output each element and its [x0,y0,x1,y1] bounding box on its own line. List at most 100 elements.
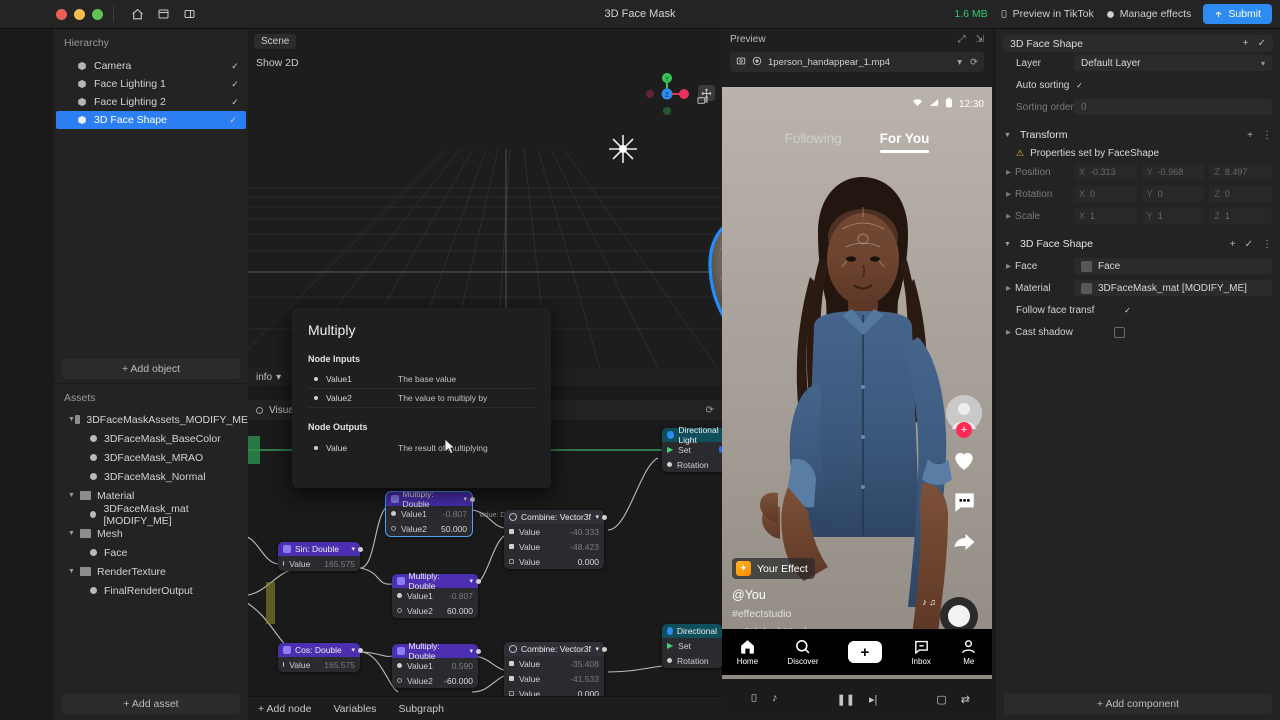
avatar[interactable]: + [946,395,982,438]
share-icon[interactable] [951,531,978,555]
asset-folder-row[interactable]: ▼ 3DFaceMaskAssets_MODIFY_ME [54,410,248,429]
submit-button[interactable]: Submit [1203,4,1272,24]
node-directional-light-1[interactable]: Directional Light ▶ Set Rotation [662,425,722,472]
tree-toggle-icon[interactable]: ▼ [68,416,75,423]
add-icon[interactable]: + [1230,239,1236,250]
node-port-row[interactable]: Value -35.408 [504,647,607,671]
sorting-order-input[interactable]: 0 [1074,99,1272,115]
visibility-checkbox[interactable]: ✓ [230,61,240,71]
asset-file-row[interactable]: 3DFaceMask_BaseColor [54,429,248,448]
input-pin[interactable] [509,676,514,681]
node-port-row[interactable]: Value2 50.000 [386,521,472,536]
add-object-button[interactable]: + Add object [62,359,240,379]
node-header[interactable]: Directional [662,624,722,638]
username-label[interactable]: @You [732,588,922,602]
node-header[interactable]: Multiply: Double ▾ [392,571,478,591]
heart-icon[interactable] [950,447,978,473]
tree-toggle-icon[interactable]: ▼ [68,568,80,575]
loop-icon[interactable]: ⇄ [961,693,970,706]
tab-for-you[interactable]: For You [880,131,930,153]
asset-file-row[interactable]: Face [54,543,248,562]
rotation-y-input[interactable]: Y0 [1141,186,1205,202]
input-pin[interactable] [509,544,514,549]
output-pin[interactable] [601,515,607,520]
asset-file-row[interactable]: 3DFaceMask_mat [MODIFY_ME] [54,503,248,527]
step-forward-icon[interactable]: ▸| [869,693,877,706]
scale-z-input[interactable]: Z1 [1209,208,1273,224]
node-port-row[interactable]: Value1 -0.807 [386,497,475,521]
chevron-down-icon[interactable]: ▼ [1004,241,1016,248]
inspector-object-name[interactable]: 3D Face Shape + ✓ [1003,35,1273,52]
rotation-z-input[interactable]: Z0 [1209,186,1273,202]
output-pin[interactable] [601,647,607,652]
info-dropdown[interactable]: info ▾ [256,372,281,383]
expand-icon[interactable]: ▸ [1006,211,1011,222]
output-pin[interactable] [475,649,481,654]
tab-following[interactable]: Following [785,131,842,153]
scale-x-input[interactable]: X1 [1074,208,1137,224]
window-traffic-lights[interactable] [56,8,103,20]
close-window-button[interactable] [56,8,67,20]
add-asset-button[interactable]: + Add asset [62,694,240,714]
expand-icon[interactable]: ⤢ [958,34,966,45]
input-pin[interactable] [397,608,402,613]
screenshot-icon[interactable]: ▢ [936,693,946,706]
hierarchy-item-face-lighting-2[interactable]: Face Lighting 2 ✓ [54,93,248,111]
expand-icon[interactable]: ▸ [1006,261,1011,272]
asset-folder-row[interactable]: ▼ RenderTexture [54,562,248,581]
face-asset-field[interactable]: Face [1074,258,1272,274]
hierarchy-item-face-lighting-1[interactable]: Face Lighting 1 ✓ [54,75,248,93]
node-multiply-1[interactable]: Multiply: Double ▾ Value1 -0.807 Value2 50.… [385,489,475,537]
node-header[interactable]: Cos: Double ▾ [278,643,360,657]
scale-y-input[interactable]: Y1 [1141,208,1205,224]
visibility-checkbox[interactable]: ✓ [230,79,240,89]
add-node-button[interactable]: + Add node [258,703,311,715]
exec-pin-icon[interactable]: ▶ [667,641,673,650]
comment-icon[interactable] [951,489,977,515]
minimize-window-button[interactable] [74,8,85,20]
node-header[interactable]: Multiply: Double ▾ [392,641,478,661]
node-port-row[interactable]: Value1 -0.807 [392,579,481,603]
pause-icon[interactable]: ❚❚ [837,693,855,706]
nav-inbox[interactable]: Inbox [911,638,931,666]
hierarchy-item-3d-face-shape[interactable]: 3D Face Shape ✓ [56,111,246,129]
output-pin[interactable] [357,547,363,552]
tree-toggle-icon[interactable]: ▼ [68,530,80,537]
maximize-window-button[interactable] [92,8,103,20]
more-icon[interactable]: ⋮ [1262,239,1272,250]
layout-icon[interactable] [150,4,176,24]
node-port-row[interactable]: ▶ Set [662,638,722,653]
camera-icon[interactable] [696,95,710,107]
node-combine-2[interactable]: Combine: Vector3f ▾ Value -35.408 Value -41… [504,642,607,701]
visibility-checkbox[interactable]: ✓ [228,115,238,125]
subgraph-button[interactable]: Subgraph [398,703,444,715]
node-port-row[interactable]: Rotation [662,457,722,472]
flip-icon[interactable]: ⇲ [976,34,984,45]
show-2d-toggle[interactable]: Show 2D [256,57,299,69]
manage-effects-button[interactable]: Manage effects [1106,8,1191,20]
nav-me[interactable]: Me [960,638,977,666]
hashtag-label[interactable]: #effectstudio [732,608,922,620]
input-pin[interactable] [391,511,396,516]
tiktok-icon[interactable]: ♪ [772,692,778,707]
auto-sorting-checkbox[interactable]: ✓ [1074,80,1085,91]
output-pin[interactable] [357,648,363,653]
transform-section-header[interactable]: ▼ Transform + ⋮ [996,124,1280,146]
phone-navbar[interactable]: Home Discover + Inbox Me [722,629,992,675]
node-combine-1[interactable]: Combine: Vector3f ▾ Value -40.333 Value -48… [504,510,607,569]
position-x-input[interactable]: X -0.313 [1074,164,1137,180]
node-port-row[interactable]: Value -41.533 [504,671,604,686]
node-port-row[interactable]: Value 165.575 [278,648,363,672]
asset-file-row[interactable]: 3DFaceMask_Normal [54,467,248,486]
chevron-down-icon[interactable]: ▾ [957,57,962,68]
phone-icon[interactable] [750,692,758,707]
input-pin[interactable] [667,462,672,467]
output-pin[interactable] [469,497,475,502]
node-multiply-2[interactable]: Multiply: Double ▾ Value1 -0.807 Value2 60.… [392,571,481,618]
node-header[interactable]: Directional Light [662,425,722,445]
panel-icon[interactable] [176,4,202,24]
node-directional-light-2[interactable]: Directional ▶ Set Rotation [662,624,722,668]
input-pin[interactable] [283,662,285,667]
asset-file-row[interactable]: 3DFaceMask_MRAO [54,448,248,467]
nav-home[interactable]: Home [737,638,758,666]
